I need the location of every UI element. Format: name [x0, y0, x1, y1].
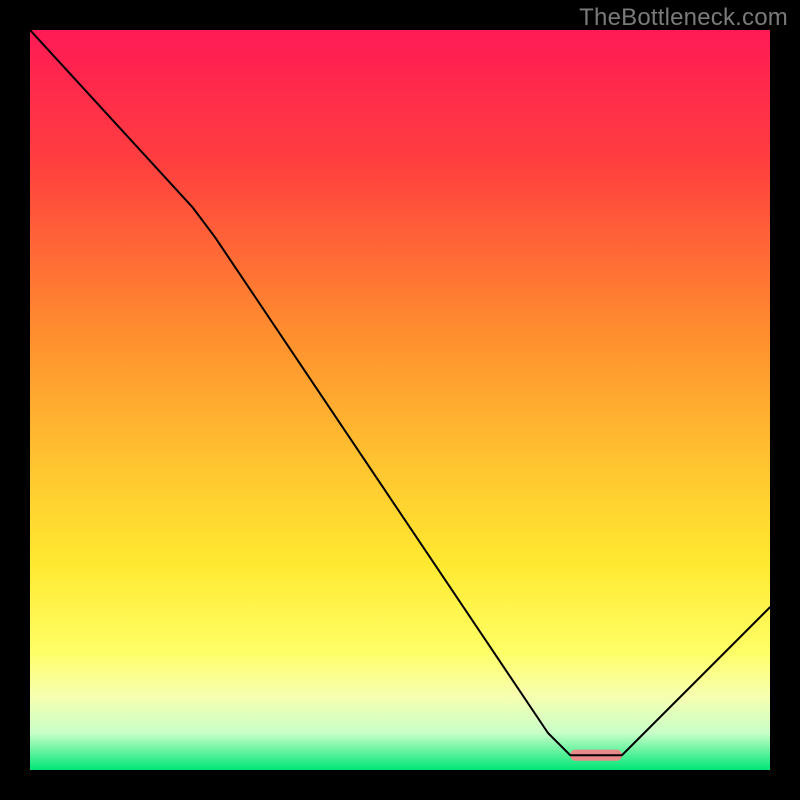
plot-area	[30, 30, 770, 770]
chart-frame: TheBottleneck.com	[0, 0, 800, 800]
watermark-text: TheBottleneck.com	[579, 4, 788, 32]
chart-svg	[30, 30, 770, 770]
gradient-background	[30, 30, 770, 770]
